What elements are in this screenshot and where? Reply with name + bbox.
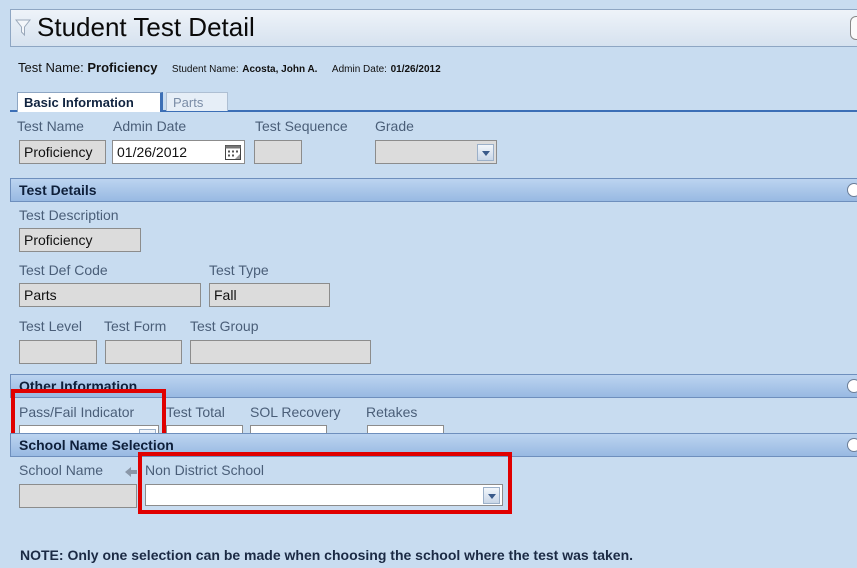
- test-sequence-field[interactable]: [254, 140, 302, 164]
- header-admin-date-label: Admin Date:: [331, 64, 387, 75]
- test-def-code-label: Test Def Code: [19, 262, 108, 278]
- section-school-name-selection-title: School Name Selection: [19, 437, 174, 453]
- collapse-toggle-icon[interactable]: [847, 183, 857, 197]
- grade-chevron-down-icon[interactable]: [477, 144, 494, 161]
- header-test-name-label: Test Name:: [18, 60, 84, 75]
- test-name-field[interactable]: Proficiency: [19, 140, 106, 164]
- retakes-label: Retakes: [366, 404, 418, 420]
- tab-basic-information[interactable]: Basic Information: [17, 92, 163, 112]
- section-test-details-header: Test Details: [10, 178, 857, 202]
- filter-icon[interactable]: [14, 19, 32, 37]
- tab-parts[interactable]: Parts: [166, 92, 228, 111]
- collapse-toggle-icon[interactable]: [847, 438, 857, 452]
- header-student-name-label: Student Name:: [171, 64, 239, 75]
- header-admin-date-value: 01/26/2012: [390, 64, 441, 75]
- window-control-button[interactable]: [850, 16, 857, 40]
- test-level-label: Test Level: [19, 318, 83, 334]
- test-type-field[interactable]: Fall: [209, 283, 330, 307]
- test-form-label: Test Form: [104, 318, 167, 334]
- test-header-summary: Test Name: Proficiency Student Name: Aco…: [18, 60, 441, 75]
- section-test-details-title: Test Details: [19, 182, 97, 198]
- header-student-name-value: Acosta, John A.: [242, 64, 318, 75]
- test-total-label: Test Total: [166, 404, 225, 420]
- test-name-label: Test Name: [17, 118, 84, 134]
- page-title-bar: Student Test Detail: [10, 9, 857, 47]
- test-sequence-label: Test Sequence: [255, 118, 348, 134]
- test-description-label: Test Description: [19, 207, 119, 223]
- sol-recovery-label: SOL Recovery: [250, 404, 341, 420]
- highlight-box-non-district-school: [138, 452, 512, 514]
- admin-date-label: Admin Date: [113, 118, 187, 134]
- test-form-field[interactable]: [105, 340, 182, 364]
- test-def-code-field[interactable]: Parts: [19, 283, 201, 307]
- test-group-label: Test Group: [190, 318, 259, 334]
- collapse-toggle-icon[interactable]: [847, 379, 857, 393]
- test-type-label: Test Type: [209, 262, 269, 278]
- arrow-left-icon: [124, 465, 138, 477]
- calendar-icon[interactable]: [224, 143, 242, 161]
- test-level-field[interactable]: [19, 340, 97, 364]
- school-name-label: School Name: [19, 462, 104, 478]
- header-test-name-value: Proficiency: [87, 60, 158, 75]
- page-title: Student Test Detail: [37, 12, 255, 42]
- grade-label: Grade: [375, 118, 414, 134]
- test-group-field[interactable]: [190, 340, 371, 364]
- school-selection-note: NOTE: Only one selection can be made whe…: [20, 547, 634, 563]
- test-description-field[interactable]: Proficiency: [19, 228, 141, 252]
- school-name-field[interactable]: [19, 484, 137, 508]
